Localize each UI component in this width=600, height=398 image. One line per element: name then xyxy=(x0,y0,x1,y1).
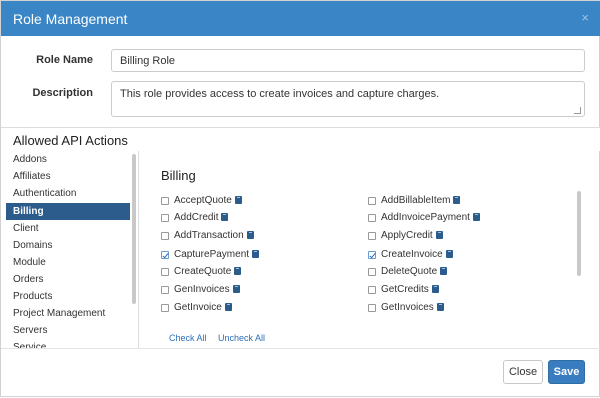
action-label: CreateInvoice xyxy=(381,249,443,260)
billing-actions-panel: Billing AcceptQuote AddCredit AddTransac… xyxy=(143,151,591,347)
sidebar-item-affiliates[interactable]: Affiliates xyxy=(6,168,130,185)
role-name-input[interactable] xyxy=(111,49,585,72)
role-name-label: Role Name xyxy=(36,54,93,66)
sidebar-item-billing[interactable]: Billing xyxy=(6,203,130,220)
action-label: AddBillableItem xyxy=(381,195,451,206)
book-icon[interactable] xyxy=(472,213,480,221)
api-category-sidebar: Addons Affiliates Authentication Billing… xyxy=(6,151,139,348)
checkbox[interactable] xyxy=(161,286,169,294)
checkbox[interactable] xyxy=(161,232,169,240)
action-label: GetInvoice xyxy=(174,302,222,313)
sidebar-item-products[interactable]: Products xyxy=(6,288,130,305)
allowed-api-actions-heading: Allowed API Actions xyxy=(1,127,600,151)
modal-header: Role Management × xyxy=(1,1,600,36)
action-label: AddCredit xyxy=(174,212,219,223)
book-icon[interactable] xyxy=(431,285,439,293)
book-icon[interactable] xyxy=(252,250,260,258)
check-all-link[interactable]: Check All xyxy=(169,333,207,343)
panel-scrollbar[interactable] xyxy=(577,191,581,276)
sidebar-item-servers[interactable]: Servers xyxy=(6,322,130,339)
sidebar-item-client[interactable]: Client xyxy=(6,220,130,237)
section-title: Allowed API Actions xyxy=(13,133,128,148)
description-textarea[interactable]: This role provides access to create invo… xyxy=(111,81,585,117)
sidebar-item-addons[interactable]: Addons xyxy=(6,151,130,168)
close-button[interactable]: Close xyxy=(503,360,543,384)
action-label: CapturePayment xyxy=(174,249,250,260)
resize-grip-icon[interactable] xyxy=(574,107,581,114)
role-management-modal: Role Management × Role Name Description … xyxy=(0,0,600,397)
action-label: GenInvoices xyxy=(174,284,230,295)
close-icon[interactable]: × xyxy=(581,11,589,25)
checkbox[interactable] xyxy=(161,197,169,205)
book-icon[interactable] xyxy=(453,196,461,204)
uncheck-all-link[interactable]: Uncheck All xyxy=(218,333,265,343)
checkbox-checked[interactable] xyxy=(368,251,376,259)
modal-title: Role Management xyxy=(13,11,128,27)
action-label: AddTransaction xyxy=(174,230,244,241)
book-icon[interactable] xyxy=(224,303,232,311)
checkbox[interactable] xyxy=(368,286,376,294)
action-label: GetInvoices xyxy=(381,302,434,313)
checkbox-checked[interactable] xyxy=(161,251,169,259)
action-label: AcceptQuote xyxy=(174,195,232,206)
book-icon[interactable] xyxy=(234,267,242,275)
action-label: AddInvoicePayment xyxy=(381,212,470,223)
book-icon[interactable] xyxy=(436,303,444,311)
book-icon[interactable] xyxy=(440,267,448,275)
sidebar-item-module[interactable]: Module xyxy=(6,254,130,271)
book-icon[interactable] xyxy=(232,285,240,293)
sidebar-item-orders[interactable]: Orders xyxy=(6,271,130,288)
sidebar-item-authentication[interactable]: Authentication xyxy=(6,185,130,202)
checkbox[interactable] xyxy=(368,268,376,276)
checkbox[interactable] xyxy=(161,304,169,312)
modal-footer: Close Save xyxy=(1,348,600,398)
book-icon[interactable] xyxy=(435,231,443,239)
book-icon[interactable] xyxy=(234,196,242,204)
panel-title: Billing xyxy=(161,168,196,183)
sidebar-item-project-management[interactable]: Project Management xyxy=(6,305,130,322)
sidebar-item-domains[interactable]: Domains xyxy=(6,237,130,254)
action-label: DeleteQuote xyxy=(381,266,438,277)
action-label: ApplyCredit xyxy=(381,230,433,241)
description-label: Description xyxy=(32,87,93,99)
checkbox[interactable] xyxy=(368,197,376,205)
checkbox[interactable] xyxy=(368,232,376,240)
checkbox[interactable] xyxy=(368,304,376,312)
book-icon[interactable] xyxy=(221,213,229,221)
book-icon[interactable] xyxy=(445,250,453,258)
action-label: GetCredits xyxy=(381,284,429,295)
save-button[interactable]: Save xyxy=(548,360,585,384)
sidebar-scrollbar[interactable] xyxy=(132,154,136,304)
checkbox[interactable] xyxy=(161,268,169,276)
book-icon[interactable] xyxy=(246,231,254,239)
action-label: CreateQuote xyxy=(174,266,232,277)
checkbox[interactable] xyxy=(161,214,169,222)
sidebar-item-service[interactable]: Service xyxy=(6,339,130,348)
checkbox[interactable] xyxy=(368,214,376,222)
